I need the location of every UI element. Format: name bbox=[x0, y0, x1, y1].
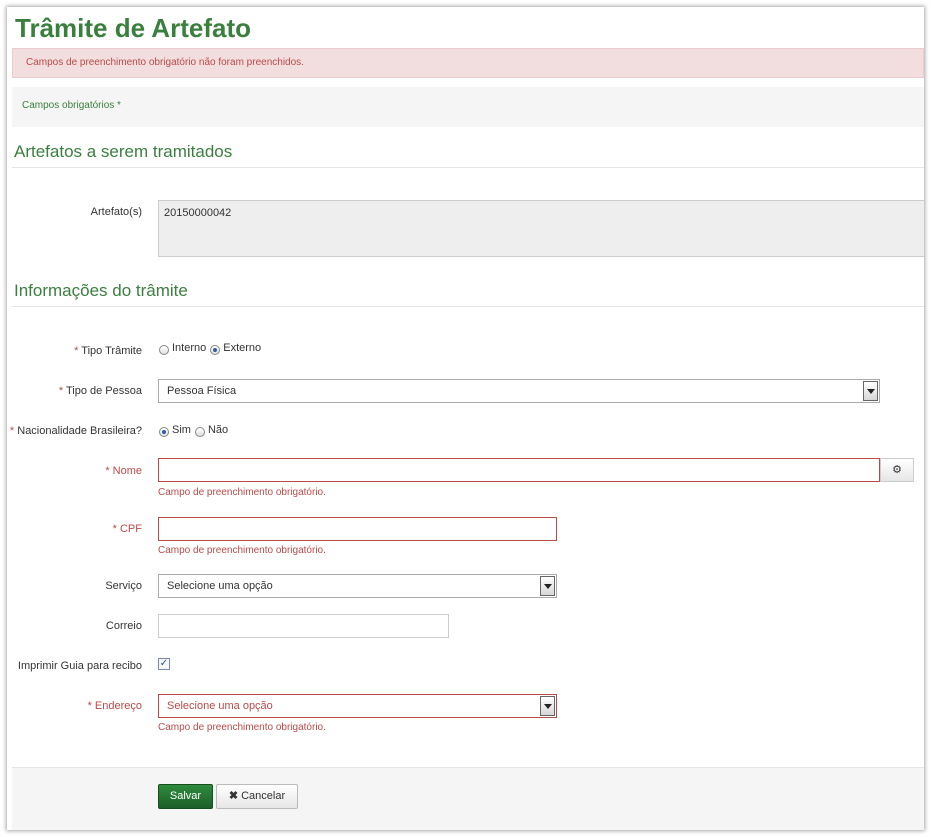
nacionalidade-label: * Nacionalidade Brasileira? bbox=[9, 425, 142, 437]
chevron-down-icon[interactable] bbox=[540, 576, 555, 596]
imprimir-guia-label: Imprimir Guia para recibo bbox=[17, 660, 142, 672]
page-frame: Trâmite de Artefato Campos de preenchime… bbox=[7, 7, 924, 830]
cpf-label: * CPF bbox=[112, 523, 142, 535]
section-divider bbox=[12, 306, 924, 307]
radio-sim[interactable] bbox=[159, 427, 169, 437]
artefatos-field: 20150000042 bbox=[158, 200, 924, 257]
servico-select[interactable]: Selecione uma opção bbox=[158, 574, 557, 598]
endereco-error-text: Campo de preenchimento obrigatório. bbox=[158, 722, 326, 733]
radio-interno-label: Interno bbox=[172, 342, 207, 354]
required-star: * bbox=[74, 345, 79, 357]
checkmark-icon: ✓ bbox=[159, 658, 169, 669]
endereco-value: Selecione uma opção bbox=[167, 700, 273, 712]
servico-value: Selecione uma opção bbox=[167, 580, 273, 592]
tipo-pessoa-select[interactable]: Pessoa Física bbox=[158, 379, 880, 403]
error-alert: Campos de preenchimento obrigatório não … bbox=[12, 48, 924, 78]
required-star: * bbox=[58, 385, 64, 397]
cancel-button-label: Cancelar bbox=[241, 790, 286, 802]
correio-label: Correio bbox=[105, 620, 142, 632]
artefatos-value: 20150000042 bbox=[164, 207, 232, 219]
required-star: * bbox=[9, 425, 15, 437]
nome-label: * Nome bbox=[105, 465, 142, 477]
radio-sim-label: Sim bbox=[172, 424, 191, 436]
chevron-down-icon[interactable] bbox=[863, 381, 878, 401]
gear-icon: ⚙ bbox=[892, 464, 902, 476]
imprimir-guia-checkbox[interactable]: ✓ bbox=[158, 658, 170, 670]
nome-input[interactable] bbox=[158, 458, 880, 482]
chevron-down-icon[interactable] bbox=[540, 696, 555, 716]
endereco-select[interactable]: Selecione uma opção bbox=[158, 694, 557, 718]
section-title-artefatos: Artefatos a serem tramitados bbox=[14, 142, 233, 161]
radio-nao[interactable] bbox=[194, 427, 205, 437]
nome-addon-button[interactable]: ⚙ bbox=[880, 458, 914, 482]
cpf-error-text: Campo de preenchimento obrigatório. bbox=[158, 545, 326, 556]
nacionalidade-radio-group: Sim Não bbox=[159, 424, 232, 438]
radio-interno[interactable] bbox=[159, 345, 169, 355]
nome-error-text: Campo de preenchimento obrigatório. bbox=[158, 487, 326, 498]
form-actions-bar bbox=[12, 767, 924, 830]
cancel-button[interactable]: ✖ Cancelar bbox=[216, 784, 298, 809]
tipo-pessoa-value: Pessoa Física bbox=[167, 385, 237, 397]
radio-externo[interactable] bbox=[210, 345, 221, 355]
servico-label: Serviço bbox=[105, 580, 142, 592]
section-title-informacoes: Informações do trâmite bbox=[14, 281, 188, 300]
artefatos-label: Artefato(s) bbox=[90, 206, 142, 218]
page-title: Trâmite de Artefato bbox=[15, 13, 251, 43]
tipo-tramite-label: * Tipo Trâmite bbox=[74, 345, 142, 357]
endereco-label: * Endereço bbox=[87, 700, 142, 712]
required-fields-note: Campos obrigatórios * bbox=[12, 87, 924, 127]
radio-nao-label: Não bbox=[207, 424, 229, 436]
close-icon: ✖ bbox=[228, 790, 239, 802]
section-divider bbox=[12, 167, 924, 168]
correio-input[interactable] bbox=[158, 614, 449, 638]
cpf-input[interactable] bbox=[158, 517, 557, 541]
save-button[interactable]: Salvar bbox=[158, 784, 213, 809]
radio-externo-label: Externo bbox=[223, 342, 262, 354]
tipo-tramite-radio-group: Interno Externo bbox=[159, 342, 265, 356]
tipo-pessoa-label: * Tipo de Pessoa bbox=[58, 385, 142, 397]
